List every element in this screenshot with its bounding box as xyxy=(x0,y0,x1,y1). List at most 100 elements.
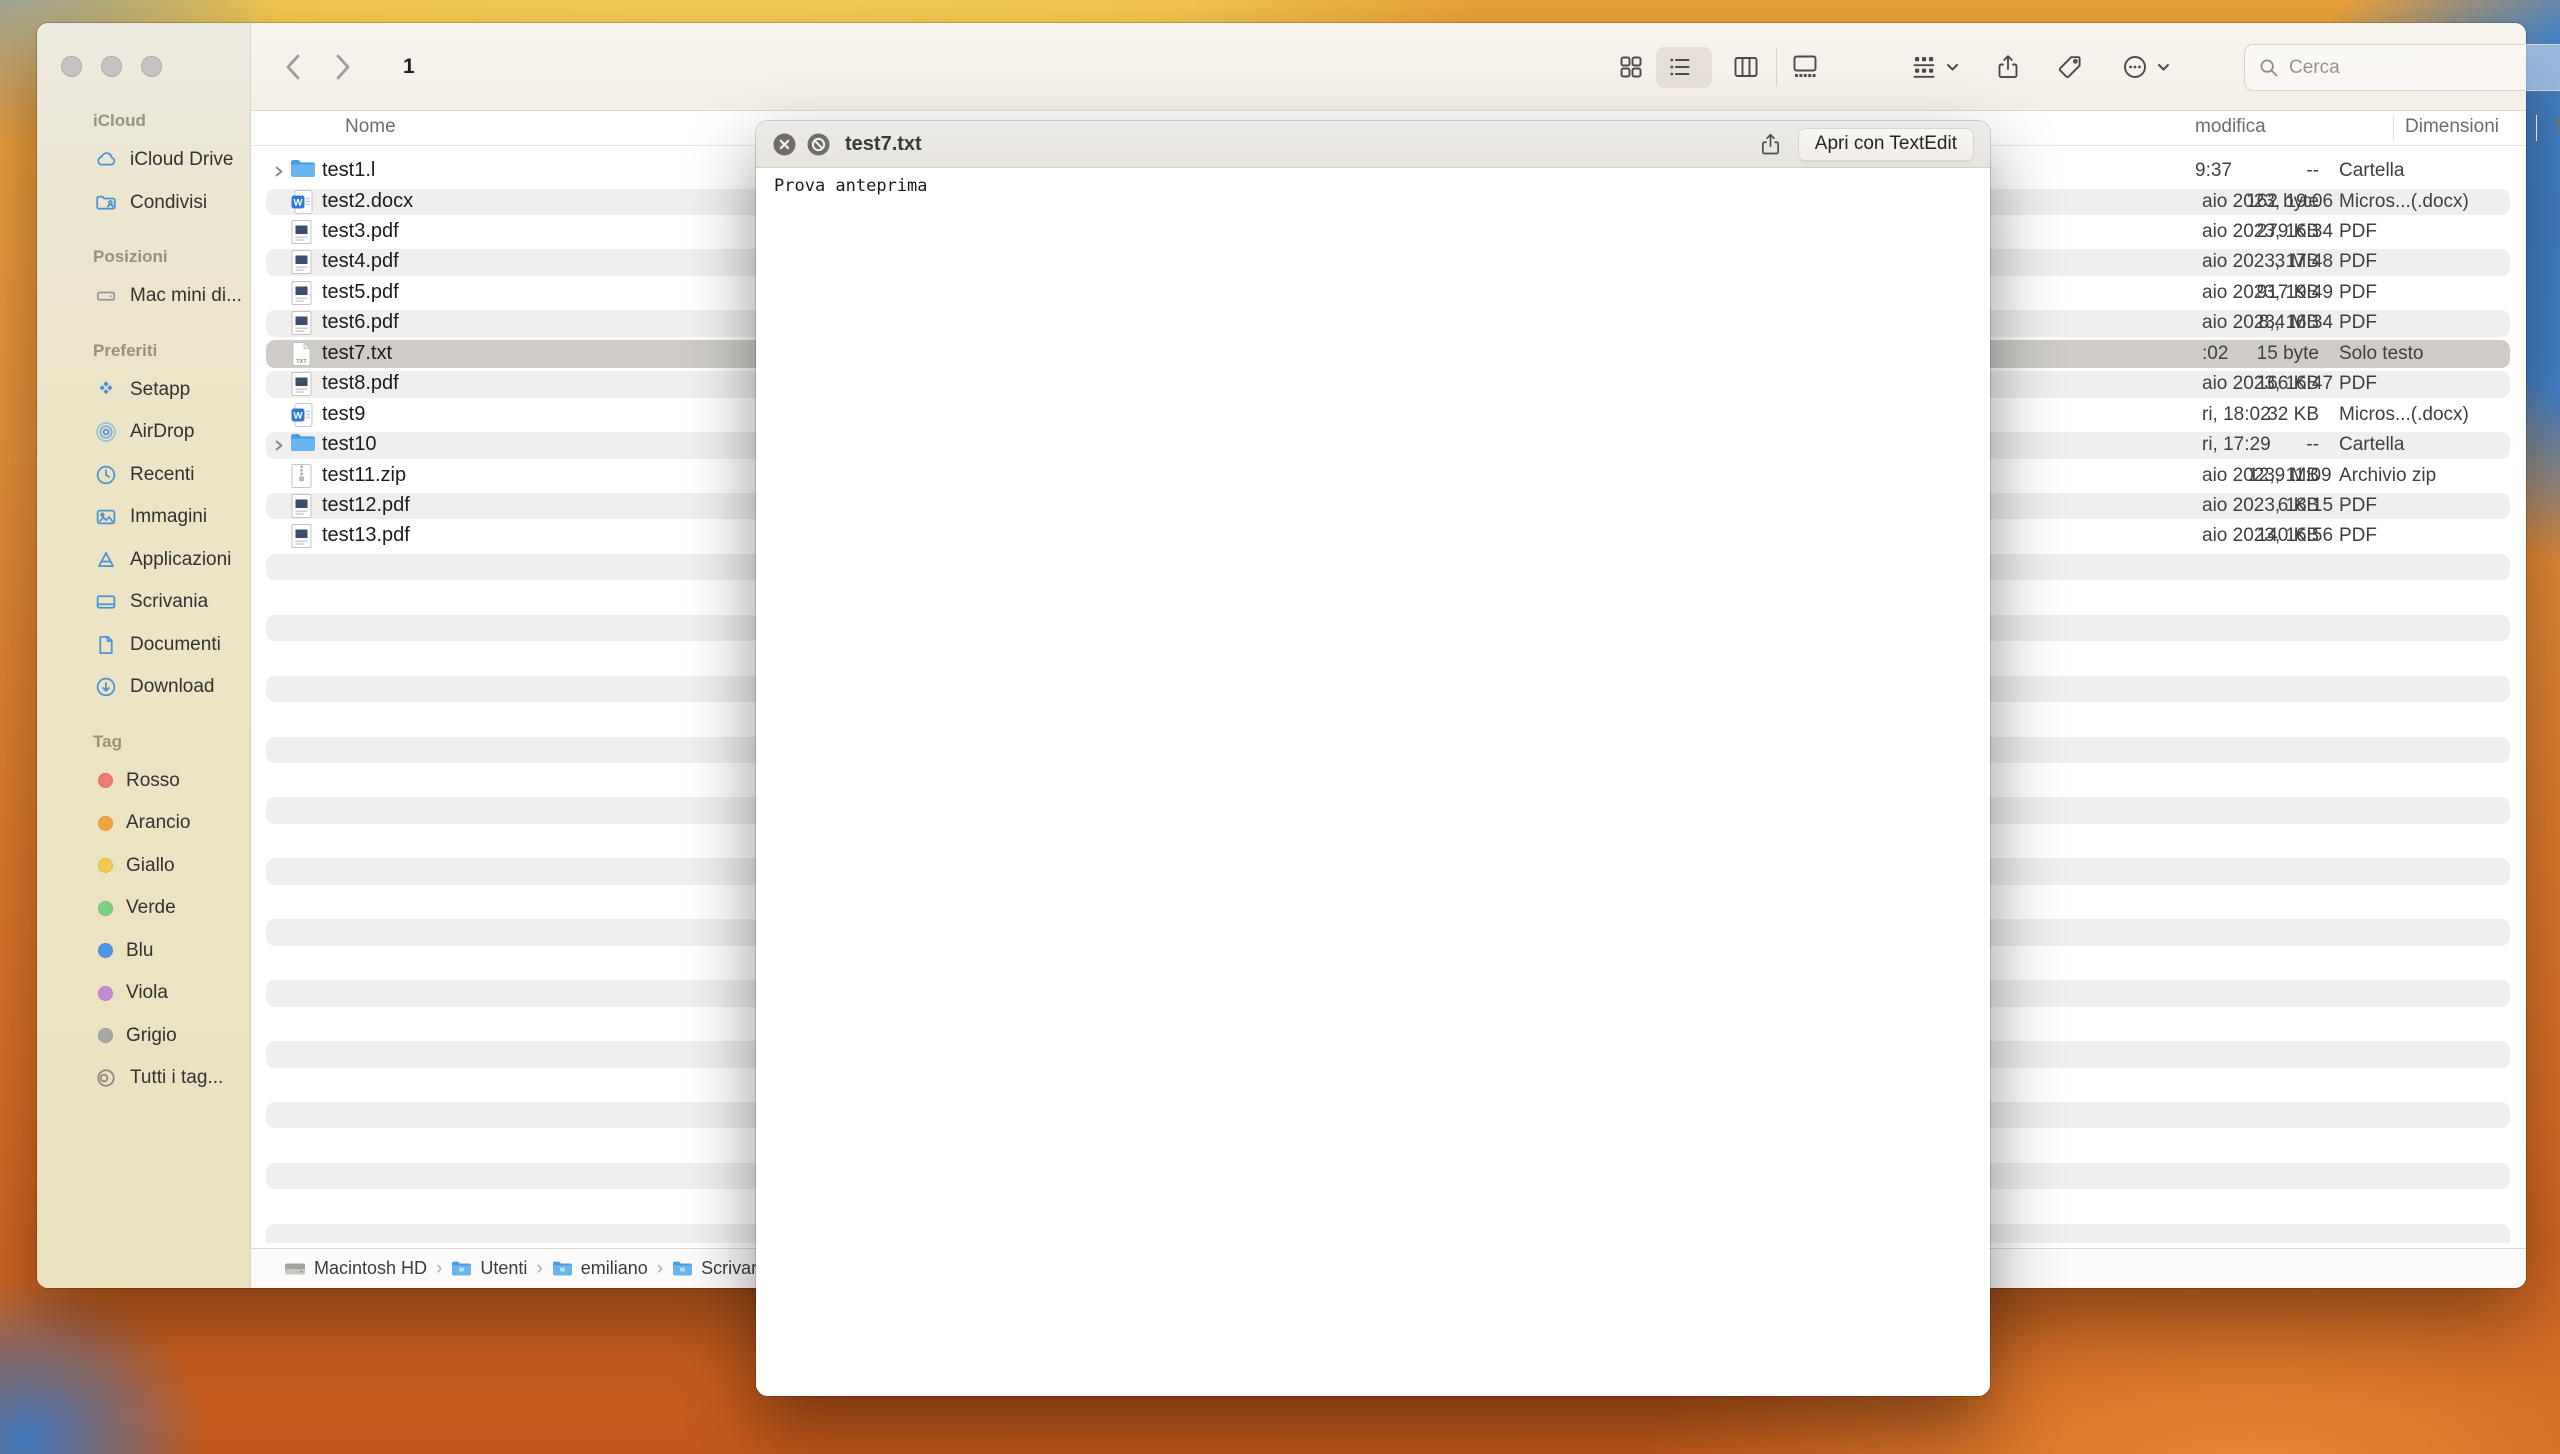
sidebar-item-download[interactable]: Download xyxy=(37,666,250,709)
path-item-label: Macintosh HD xyxy=(314,1258,427,1279)
window-title: 1 xyxy=(403,23,415,111)
file-name: test10 xyxy=(322,433,376,456)
path-separator-chevron: › xyxy=(536,1258,542,1280)
file-type: PDF xyxy=(2339,221,2377,243)
sidebar-section-header: Tag xyxy=(37,724,250,760)
txt-file-icon: TXT xyxy=(290,341,313,372)
sidebar-item-immagini[interactable]: Immagini xyxy=(37,496,250,539)
folder-file-icon xyxy=(290,158,316,184)
path-item-label: Utenti xyxy=(480,1258,527,1279)
svg-text:W: W xyxy=(294,197,303,208)
file-name: test12.pdf xyxy=(322,494,410,517)
gallery-view-button[interactable] xyxy=(1790,23,1820,111)
documents-icon xyxy=(93,634,119,656)
file-type: Cartella xyxy=(2339,160,2404,182)
sidebar-item-label: Giallo xyxy=(126,855,175,877)
tags-button[interactable] xyxy=(2055,23,2085,111)
column-separator[interactable] xyxy=(2536,115,2537,141)
block-icon[interactable] xyxy=(806,132,831,157)
file-name: test11.zip xyxy=(322,464,406,487)
tag-dot-icon xyxy=(98,858,113,873)
open-with-textedit-button[interactable]: Apri con TextEdit xyxy=(1798,128,1974,161)
sidebar-item-scrivania[interactable]: Scrivania xyxy=(37,581,250,624)
sidebar-item-viola[interactable]: Viola xyxy=(37,972,250,1015)
more-options-button[interactable] xyxy=(2120,23,2170,111)
sidebar-item-blu[interactable]: Blu xyxy=(37,930,250,973)
sidebar-item-rosso[interactable]: Rosso xyxy=(37,760,250,803)
group-by-button[interactable] xyxy=(1909,23,1959,111)
close-window-button[interactable] xyxy=(61,56,82,77)
sidebar-item-airdrop[interactable]: AirDrop xyxy=(37,411,250,454)
column-header-modified[interactable]: modifica xyxy=(2195,111,2266,145)
sidebar-item-arancio[interactable]: Arancio xyxy=(37,802,250,845)
file-type: Archivio zip xyxy=(2339,465,2436,487)
desktop-icon xyxy=(93,591,119,613)
list-view-button[interactable] xyxy=(1665,23,1695,111)
forward-button[interactable] xyxy=(331,23,353,111)
file-type: Cartella xyxy=(2339,434,2404,456)
file-size: 6 KB xyxy=(2278,495,2319,517)
folder-file-icon xyxy=(290,432,316,458)
tag-dot-icon xyxy=(98,816,113,831)
quick-look-content: Prova anteprima xyxy=(756,168,1990,1396)
sidebar-item-label: iCloud Drive xyxy=(130,149,233,171)
pdf-file-icon xyxy=(290,493,313,524)
sidebar-item-recenti[interactable]: Recenti xyxy=(37,454,250,497)
svg-text:W: W xyxy=(294,410,303,421)
chevron-left-icon xyxy=(283,52,305,82)
file-size: 3 MB xyxy=(2275,251,2319,273)
column-header-size[interactable]: Dimensioni xyxy=(2405,111,2499,145)
sidebar-item-documenti[interactable]: Documenti xyxy=(37,624,250,667)
disclosure-chevron-icon[interactable] xyxy=(274,439,284,457)
sidebar-item-tutti-i-tag[interactable]: Tutti i tag... xyxy=(37,1057,250,1100)
column-header-type[interactable]: Tipo xyxy=(2553,111,2560,145)
finder-sidebar: iCloud iCloud Drive Condivisi Posizioni … xyxy=(37,23,251,1288)
sidebar-item-grigio[interactable]: Grigio xyxy=(37,1015,250,1058)
file-modified-date: ri, 18:02 xyxy=(2202,404,2271,426)
sidebar-item-giallo[interactable]: Giallo xyxy=(37,845,250,888)
file-type: PDF xyxy=(2339,373,2377,395)
file-name: test2.docx xyxy=(322,190,413,213)
file-type: PDF xyxy=(2339,251,2377,273)
path-item-utenti[interactable]: Utenti xyxy=(451,1258,527,1279)
column-header-name[interactable]: Nome xyxy=(345,111,396,145)
file-type: PDF xyxy=(2339,525,2377,547)
sidebar-item-setapp[interactable]: Setapp xyxy=(37,369,250,412)
file-size: 8,4 MB xyxy=(2259,312,2319,334)
column-view-button[interactable] xyxy=(1731,23,1761,111)
sidebar-section-posizioni: Posizioni Mac mini di... xyxy=(37,239,250,318)
quick-look-window: test7.txt Apri con TextEdit Prova antepr… xyxy=(756,121,1990,1396)
pdf-file-icon xyxy=(290,249,313,280)
file-modified-date: :02 xyxy=(2202,343,2228,365)
pdf-file-icon xyxy=(290,280,313,311)
disclosure-chevron-icon[interactable] xyxy=(274,165,284,183)
icon-view-button[interactable] xyxy=(1616,23,1646,111)
applications-icon xyxy=(93,549,119,571)
sidebar-item-label: Download xyxy=(130,676,215,698)
sidebar-item-applicazioni[interactable]: Applicazioni xyxy=(37,539,250,582)
search-input[interactable]: Cerca xyxy=(2244,44,2560,91)
path-item-macintosh-hd[interactable]: Macintosh HD xyxy=(284,1258,427,1279)
column-separator[interactable] xyxy=(2393,115,2394,141)
share-icon[interactable] xyxy=(1757,131,1784,158)
share-button[interactable] xyxy=(1993,23,2023,111)
sidebar-item-condivisi[interactable]: Condivisi xyxy=(37,182,250,225)
sidebar-section-header: Posizioni xyxy=(37,239,250,275)
file-type: PDF xyxy=(2339,495,2377,517)
chevron-down-icon xyxy=(1946,63,1959,72)
sidebar-item-icloud-drive[interactable]: iCloud Drive xyxy=(37,139,250,182)
sidebar-section-header: iCloud xyxy=(37,103,250,139)
zoom-window-button[interactable] xyxy=(141,56,162,77)
sidebar-item-verde[interactable]: Verde xyxy=(37,887,250,930)
sidebar-item-mac-mini-di[interactable]: Mac mini di... xyxy=(37,275,250,318)
back-button[interactable] xyxy=(283,23,305,111)
search-placeholder: Cerca xyxy=(2289,57,2340,79)
finder-toolbar: 1 Cerca xyxy=(251,23,2526,111)
zip-file-icon xyxy=(290,463,313,494)
sidebar-item-label: Setapp xyxy=(130,379,190,401)
close-icon[interactable] xyxy=(772,132,797,157)
file-size: -- xyxy=(2306,434,2319,456)
file-name: test6.pdf xyxy=(322,311,399,334)
minimize-window-button[interactable] xyxy=(101,56,122,77)
path-item-emiliano[interactable]: emiliano xyxy=(552,1258,648,1279)
